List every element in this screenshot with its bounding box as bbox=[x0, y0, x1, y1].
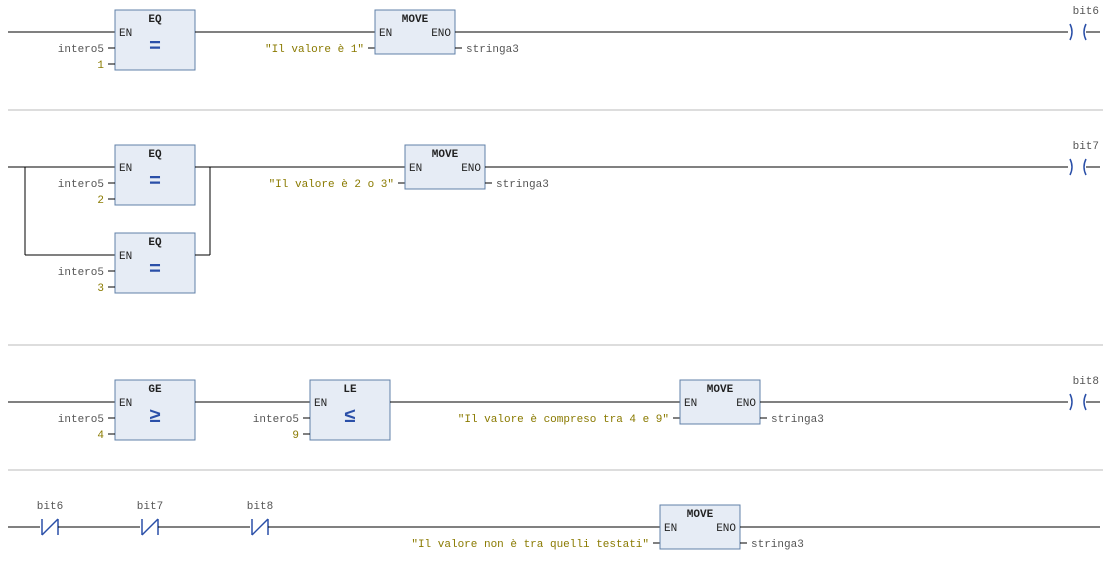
move1-in: "Il valore è 1" bbox=[265, 44, 364, 56]
ge-title: GE bbox=[148, 384, 162, 396]
contact1-label: bit6 bbox=[37, 501, 63, 513]
contact3-label: bit8 bbox=[247, 501, 273, 513]
ge-in1: intero5 bbox=[58, 414, 104, 426]
le-block: LE EN ≤ bbox=[310, 380, 390, 440]
coil2-label: bit7 bbox=[1073, 141, 1099, 153]
eq1-in2: 1 bbox=[97, 60, 104, 72]
eq1-op: = bbox=[149, 36, 161, 59]
rung-2: EQ EN = intero5 2 EQ EN = intero5 3 "Il … bbox=[8, 141, 1100, 295]
rung-4: bit6 bit7 bit8 "Il valore non è tra quel… bbox=[8, 501, 1100, 551]
ge-in2: 4 bbox=[97, 430, 104, 442]
contact-bit6-nc: bit6 bbox=[37, 501, 63, 535]
rung-1: EQ EN = intero5 1 "Il valore è 1" MOVE E… bbox=[8, 6, 1100, 72]
contact-bit7-nc: bit7 bbox=[137, 501, 163, 535]
ge-block: GE EN ≥ bbox=[115, 380, 195, 440]
move3-out: stringa3 bbox=[771, 414, 824, 426]
eq1-en: EN bbox=[119, 28, 132, 40]
ge-en: EN bbox=[119, 398, 132, 410]
move3-in: "Il valore è compreso tra 4 e 9" bbox=[458, 414, 669, 426]
coil3-label: bit8 bbox=[1073, 376, 1099, 388]
move2-in: "Il valore è 2 o 3" bbox=[269, 179, 394, 191]
eq-block-1: EQ EN = bbox=[115, 10, 195, 70]
rung-3: GE EN ≥ intero5 4 LE EN ≤ intero5 9 "Il … bbox=[8, 376, 1100, 442]
eq1-in1: intero5 bbox=[58, 44, 104, 56]
coil1-label: bit6 bbox=[1073, 6, 1099, 18]
move3-en: EN bbox=[684, 398, 697, 410]
le-en: EN bbox=[314, 398, 327, 410]
eq2a-en: EN bbox=[119, 163, 132, 175]
le-in2: 9 bbox=[292, 430, 299, 442]
move4-en: EN bbox=[664, 523, 677, 535]
eq-block-2a: EQ EN = bbox=[115, 145, 195, 205]
eq2a-in2: 2 bbox=[97, 195, 104, 207]
move3-title: MOVE bbox=[707, 384, 734, 396]
move2-eno: ENO bbox=[461, 163, 481, 175]
coil-bit8: bit8 bbox=[1070, 376, 1099, 410]
eq2b-in2: 3 bbox=[97, 283, 104, 295]
move2-en: EN bbox=[409, 163, 422, 175]
eq2a-in1: intero5 bbox=[58, 179, 104, 191]
move-block-1: MOVE EN ENO bbox=[375, 10, 455, 54]
eq1-title: EQ bbox=[148, 14, 162, 26]
coil-bit7: bit7 bbox=[1070, 141, 1099, 175]
eq2b-in1: intero5 bbox=[58, 267, 104, 279]
move4-eno: ENO bbox=[716, 523, 736, 535]
le-op: ≤ bbox=[344, 406, 356, 429]
eq2b-op: = bbox=[149, 259, 161, 282]
move1-out: stringa3 bbox=[466, 44, 519, 56]
coil-bit6: bit6 bbox=[1070, 6, 1099, 40]
move1-eno: ENO bbox=[431, 28, 451, 40]
move1-title: MOVE bbox=[402, 14, 429, 26]
le-in1: intero5 bbox=[253, 414, 299, 426]
move-block-2: MOVE EN ENO bbox=[405, 145, 485, 189]
move-block-4: MOVE EN ENO bbox=[660, 505, 740, 549]
contact2-label: bit7 bbox=[137, 501, 163, 513]
eq2a-title: EQ bbox=[148, 149, 162, 161]
move4-in: "Il valore non è tra quelli testati" bbox=[411, 539, 649, 551]
le-title: LE bbox=[343, 384, 357, 396]
eq-block-2b: EQ EN = bbox=[115, 233, 195, 293]
move4-out: stringa3 bbox=[751, 539, 804, 551]
move2-title: MOVE bbox=[432, 149, 459, 161]
contact-bit8-nc: bit8 bbox=[247, 501, 273, 535]
eq2a-op: = bbox=[149, 171, 161, 194]
move-block-3: MOVE EN ENO bbox=[680, 380, 760, 424]
move4-title: MOVE bbox=[687, 509, 714, 521]
ge-op: ≥ bbox=[149, 406, 161, 429]
move1-en: EN bbox=[379, 28, 392, 40]
move3-eno: ENO bbox=[736, 398, 756, 410]
eq2b-en: EN bbox=[119, 251, 132, 263]
move2-out: stringa3 bbox=[496, 179, 549, 191]
eq2b-title: EQ bbox=[148, 237, 162, 249]
